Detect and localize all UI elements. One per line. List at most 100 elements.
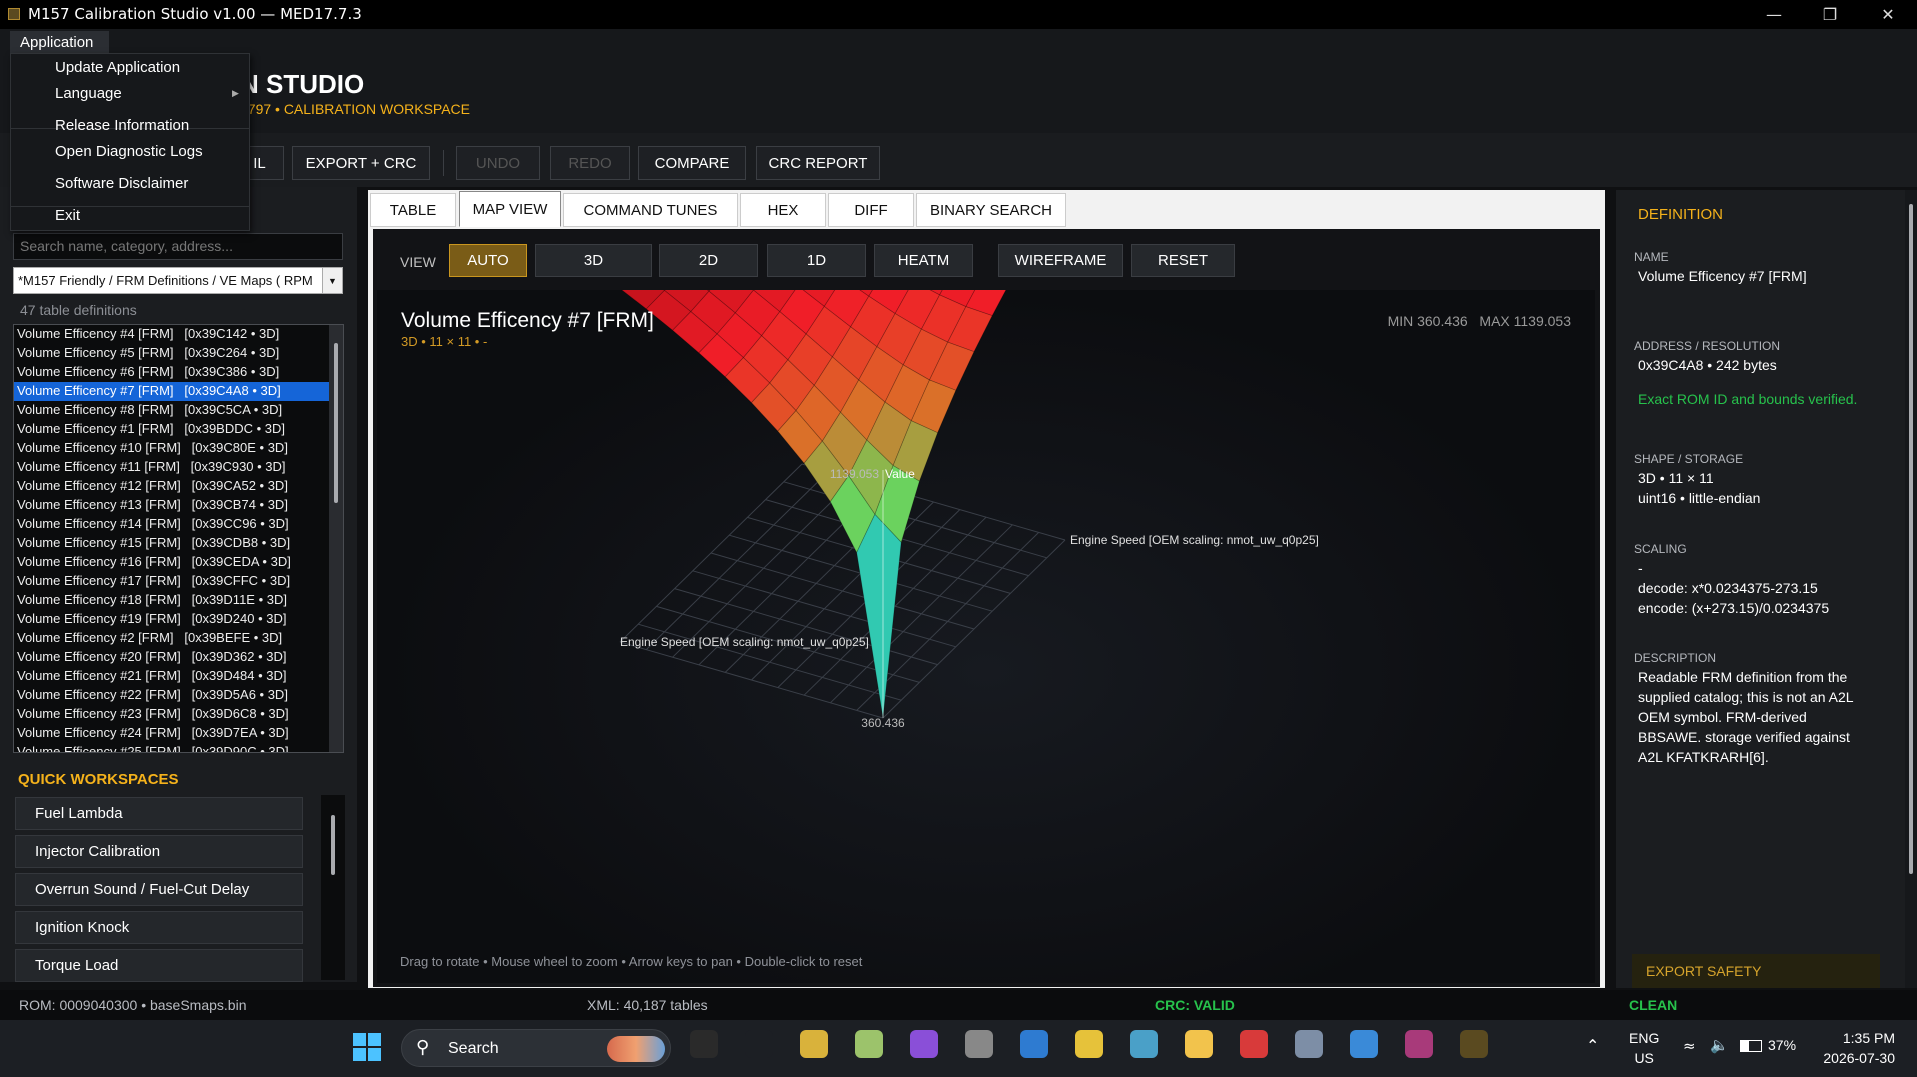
- start-icon[interactable]: [352, 1032, 386, 1066]
- checklist-app-icon[interactable]: [855, 1030, 883, 1058]
- restore-icon[interactable]: ❐: [1802, 0, 1858, 29]
- table-row[interactable]: Volume Efficency #20 [FRM] [0x39D362 • 3…: [14, 648, 343, 667]
- quick-workspace-item[interactable]: Fuel Lambda: [15, 797, 303, 830]
- table-row[interactable]: Volume Efficency #22 [FRM] [0x39D5A6 • 3…: [14, 686, 343, 705]
- red-app-icon[interactable]: [1240, 1030, 1268, 1058]
- menu-language[interactable]: Language: [55, 85, 122, 102]
- minimize-icon[interactable]: —: [1746, 0, 1802, 29]
- chevron-up-icon[interactable]: ⌃: [1586, 1036, 1599, 1055]
- table-row[interactable]: Volume Efficency #8 [FRM] [0x39C5CA • 3D…: [14, 401, 343, 420]
- view-2d-button[interactable]: 2D: [659, 244, 758, 277]
- xd-app-icon[interactable]: [800, 1030, 828, 1058]
- taskbar: ⚲ Search ⌃ ENG US ≈ 🔈 37% 1:35 PM 2026-0…: [0, 1020, 1917, 1077]
- list-scrollbar[interactable]: [329, 325, 343, 752]
- photos-icon[interactable]: [1350, 1030, 1378, 1058]
- mitsubishi-icon[interactable]: [745, 1030, 773, 1058]
- title-bar: M157 Calibration Studio v1.00 — MED17.7.…: [0, 0, 1917, 29]
- menu-exit[interactable]: Exit: [55, 207, 80, 224]
- view-3d-button[interactable]: 3D: [535, 244, 652, 277]
- view-reset-button[interactable]: RESET: [1131, 244, 1235, 277]
- table-row[interactable]: Volume Efficency #15 [FRM] [0x39CDB8 • 3…: [14, 534, 343, 553]
- close-icon[interactable]: ✕: [1860, 0, 1916, 29]
- definition-scroll-thumb[interactable]: [1909, 204, 1913, 874]
- surface-mesh[interactable]: [620, 290, 1065, 719]
- menu-open-diagnostic-logs[interactable]: Open Diagnostic Logs: [55, 143, 203, 160]
- view-wireframe-button[interactable]: WIREFRAME: [998, 244, 1123, 277]
- taskbar-search[interactable]: ⚲ Search: [401, 1029, 671, 1067]
- quick-scroll-thumb[interactable]: [331, 815, 335, 875]
- table-row[interactable]: Volume Efficency #18 [FRM] [0x39D11E • 3…: [14, 591, 343, 610]
- table-row[interactable]: Volume Efficency #17 [FRM] [0x39CFFC • 3…: [14, 572, 343, 591]
- table-row[interactable]: Volume Efficency #14 [FRM] [0x39CC96 • 3…: [14, 515, 343, 534]
- table-row[interactable]: Volume Efficency #23 [FRM] [0x39D6C8 • 3…: [14, 705, 343, 724]
- chrome-icon[interactable]: [1075, 1030, 1103, 1058]
- menu-update-application[interactable]: Update Application: [55, 59, 180, 76]
- menu-software-disclaimer[interactable]: Software Disclaimer: [55, 175, 188, 192]
- table-row[interactable]: Volume Efficency #21 [FRM] [0x39D484 • 3…: [14, 667, 343, 686]
- quick-workspace-item[interactable]: Torque Load: [15, 949, 303, 982]
- table-row[interactable]: Volume Efficency #1 [FRM] [0x39BDDC • 3D…: [14, 420, 343, 439]
- list-scroll-thumb[interactable]: [334, 343, 338, 503]
- table-row[interactable]: Volume Efficency #11 [FRM] [0x39C930 • 3…: [14, 458, 343, 477]
- redo-button[interactable]: REDO: [550, 146, 630, 180]
- table-row[interactable]: Volume Efficency #16 [FRM] [0x39CEDA • 3…: [14, 553, 343, 572]
- table-row[interactable]: Volume Efficency #6 [FRM] [0x39C386 • 3D…: [14, 363, 343, 382]
- table-row[interactable]: Volume Efficency #10 [FRM] [0x39C80E • 3…: [14, 439, 343, 458]
- search-icon: ⚲: [416, 1037, 430, 1058]
- view-auto-button[interactable]: AUTO: [449, 244, 527, 277]
- chevron-down-icon[interactable]: ▼: [322, 268, 342, 293]
- quick-workspace-item[interactable]: Overrun Sound / Fuel-Cut Delay: [15, 873, 303, 906]
- table-row[interactable]: Volume Efficency #24 [FRM] [0x39D7EA • 3…: [14, 724, 343, 743]
- visual-studio-icon[interactable]: [910, 1030, 938, 1058]
- app-icon-1[interactable]: [690, 1030, 718, 1058]
- undo-button[interactable]: UNDO: [456, 146, 540, 180]
- table-row[interactable]: Volume Efficency #13 [FRM] [0x39CB74 • 3…: [14, 496, 343, 515]
- view-1d-button[interactable]: 1D: [767, 244, 866, 277]
- tab-hex[interactable]: HEX: [740, 193, 826, 227]
- tab-command-tunes[interactable]: COMMAND TUNES: [563, 193, 738, 227]
- settings-icon[interactable]: [1295, 1030, 1323, 1058]
- table-row[interactable]: Volume Efficency #12 [FRM] [0x39CA52 • 3…: [14, 477, 343, 496]
- winrar-icon[interactable]: [1405, 1030, 1433, 1058]
- export-crc-button[interactable]: EXPORT + CRC: [292, 146, 430, 180]
- battery-icon[interactable]: [1740, 1040, 1762, 1052]
- file-explorer-icon[interactable]: [1185, 1030, 1213, 1058]
- tab-diff[interactable]: DIFF: [828, 193, 914, 227]
- definition-scrollbar[interactable]: [1905, 190, 1917, 988]
- application-menu-button[interactable]: Application: [10, 31, 109, 55]
- category-dropdown[interactable]: *M157 Friendly / FRM Definitions / VE Ma…: [13, 267, 343, 294]
- menu-release-information[interactable]: Release Information: [55, 117, 189, 134]
- browser-edge-icon[interactable]: [1020, 1030, 1048, 1058]
- volume-icon[interactable]: 🔈: [1710, 1036, 1729, 1054]
- calibration-studio-icon[interactable]: [1460, 1030, 1488, 1058]
- language-indicator[interactable]: ENG US: [1629, 1028, 1659, 1068]
- surface-plot[interactable]: 1139.053 Value 360.436 Engine Speed [OEM sc…: [377, 290, 1595, 983]
- view-heatmap-button[interactable]: HEATM: [874, 244, 973, 277]
- quick-scrollbar[interactable]: [321, 795, 345, 980]
- table-list[interactable]: Volume Efficency #4 [FRM] [0x39C142 • 3D…: [13, 324, 344, 753]
- network-tool-icon[interactable]: [1130, 1030, 1158, 1058]
- wifi-icon[interactable]: ≈: [1683, 1037, 1696, 1055]
- window-title: M157 Calibration Studio v1.00 — MED17.7.…: [28, 5, 362, 23]
- storage-value: uint16 • little-endian: [1638, 490, 1761, 506]
- search-input[interactable]: Search name, category, address...: [13, 233, 343, 260]
- table-row[interactable]: Volume Efficency #5 [FRM] [0x39C264 • 3D…: [14, 344, 343, 363]
- tab-table[interactable]: TABLE: [370, 193, 456, 227]
- plot-canvas[interactable]: 1139.053 Value 360.436 Engine Speed [OEM sc…: [377, 290, 1595, 983]
- export-safety-panel[interactable]: EXPORT SAFETY: [1632, 954, 1880, 988]
- quick-workspace-item[interactable]: Ignition Knock: [15, 911, 303, 944]
- tab-map-view[interactable]: MAP VIEW: [459, 191, 561, 227]
- plot-hint: Drag to rotate • Mouse wheel to zoom • A…: [400, 954, 863, 969]
- table-row[interactable]: Volume Efficency #19 [FRM] [0x39D240 • 3…: [14, 610, 343, 629]
- clock[interactable]: 1:35 PM 2026-07-30: [1815, 1028, 1895, 1068]
- tab-binary-search[interactable]: BINARY SEARCH: [916, 193, 1066, 227]
- table-row[interactable]: Volume Efficency #7 [FRM] [0x39C4A8 • 3D…: [14, 382, 343, 401]
- quick-workspace-item[interactable]: Injector Calibration: [15, 835, 303, 868]
- crc-report-button[interactable]: CRC REPORT: [756, 146, 880, 180]
- table-row[interactable]: Volume Efficency #2 [FRM] [0x39BEFE • 3D…: [14, 629, 343, 648]
- compare-button[interactable]: COMPARE: [638, 146, 746, 180]
- table-row[interactable]: Volume Efficency #4 [FRM] [0x39C142 • 3D…: [14, 325, 343, 344]
- table-row[interactable]: Volume Efficency #25 [FRM] [0x39D90C • 3…: [14, 743, 343, 752]
- quick-workspaces-title: QUICK WORKSPACES: [18, 771, 179, 788]
- device-manager-icon[interactable]: [965, 1030, 993, 1058]
